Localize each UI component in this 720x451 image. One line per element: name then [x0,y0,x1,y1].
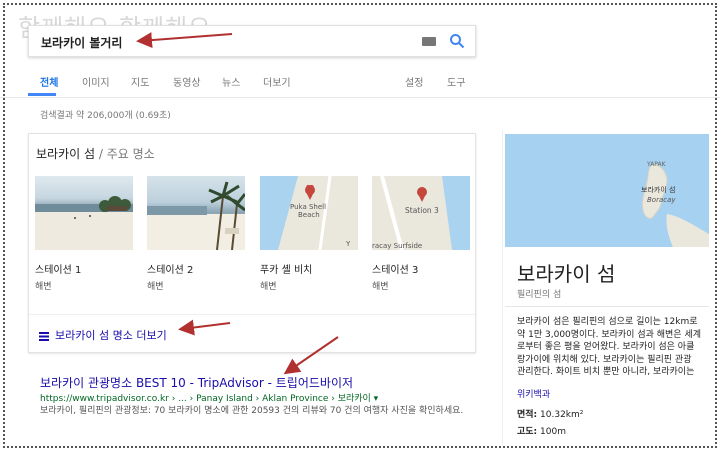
annotation-arrows [136,32,339,375]
arrow-to-more-link [178,319,231,336]
arrow-to-search [136,32,233,49]
arrow-to-result [283,336,339,375]
